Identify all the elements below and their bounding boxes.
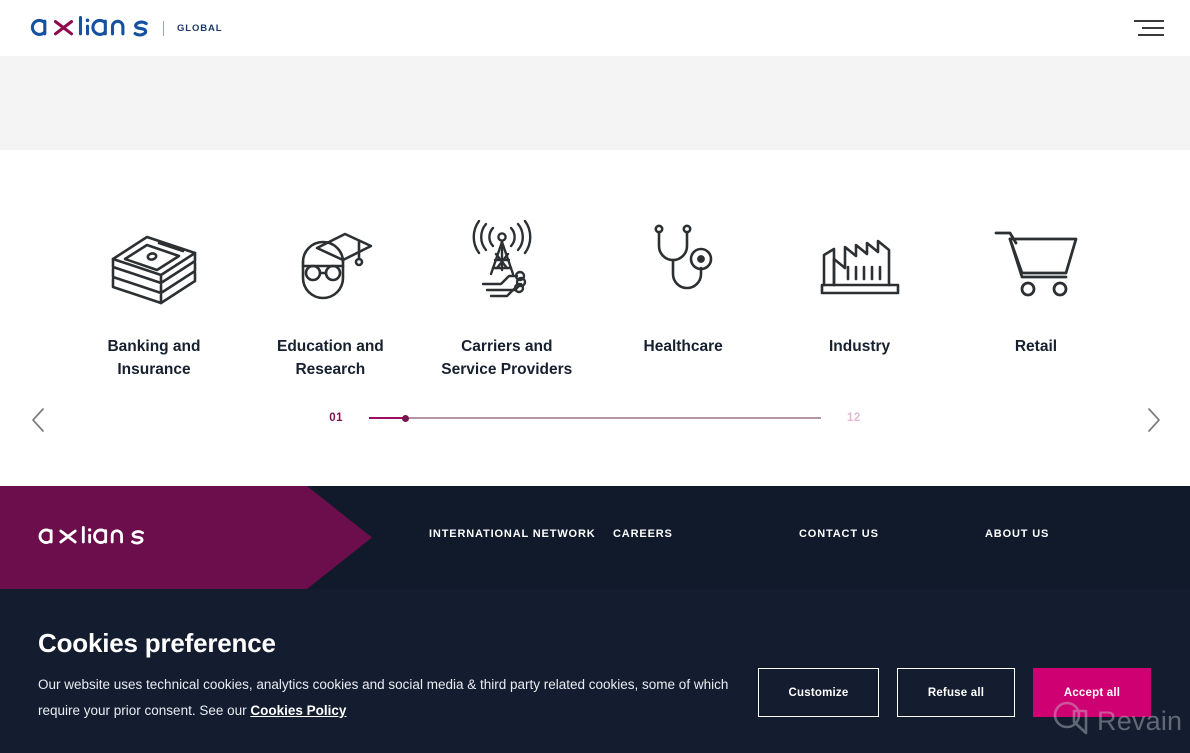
accept-all-button[interactable]: Accept all (1033, 668, 1151, 717)
graduate-student-icon (287, 218, 373, 310)
footer-link-international-network[interactable]: INTERNATIONAL NETWORK (429, 526, 613, 543)
footer-nav: INTERNATIONAL NETWORK CAREERS CONTACT US… (429, 526, 1129, 543)
brand-divider (163, 20, 164, 36)
sector-label-line1: Industry (828, 338, 891, 355)
axians-footer-logo[interactable] (36, 523, 146, 552)
footer-logo-badge (0, 486, 372, 589)
sector-label-line2: Research (295, 360, 366, 378)
sector-item-healthcare[interactable]: Healthcare (595, 218, 771, 359)
shopping-cart-icon (992, 218, 1080, 310)
cookie-banner-body: Our website uses technical cookies, anal… (38, 677, 729, 719)
sector-label: Carriers and Service Providers (441, 336, 572, 382)
brand-area[interactable]: GLOBAL (28, 13, 223, 44)
carousel-progress-fill (369, 417, 406, 419)
sector-item-banking-and-insurance[interactable]: Banking and Insurance (66, 218, 242, 382)
sector-item-education-and-research[interactable]: Education and Research (242, 218, 418, 382)
site-header: GLOBAL (0, 0, 1190, 56)
brand-global-label: GLOBAL (177, 22, 223, 34)
cookie-banner-actions: Customize Refuse all Accept all (758, 668, 1151, 717)
axians-logo[interactable] (28, 13, 150, 44)
sector-item-carriers-and-service-providers[interactable]: Carriers and Service Providers (419, 218, 595, 382)
cookies-policy-link[interactable]: Cookies Policy (250, 703, 346, 718)
footer-link-about-us[interactable]: ABOUT US (985, 526, 1129, 543)
radio-tower-network-icon (465, 218, 549, 310)
carousel-progress-handle[interactable] (401, 414, 409, 422)
site-footer: INTERNATIONAL NETWORK CAREERS CONTACT US… (0, 486, 1190, 589)
customize-button[interactable]: Customize (758, 668, 879, 717)
sector-item-retail[interactable]: Retail (948, 218, 1124, 359)
sector-label-line1: Banking and (107, 338, 201, 355)
sector-label-line1: Carriers and (461, 338, 553, 355)
sector-label: Banking and Insurance (107, 336, 200, 382)
sector-label-line2: Insurance (117, 360, 191, 378)
stethoscope-icon (643, 218, 723, 310)
factory-icon (818, 218, 902, 310)
sector-label-line2: Service Providers (441, 360, 573, 378)
cookie-banner-title: Cookies preference (38, 628, 276, 658)
carousel-total-slides: 12 (847, 412, 861, 424)
banknotes-stack-icon (107, 218, 201, 310)
cookie-banner-text: Our website uses technical cookies, anal… (38, 672, 738, 724)
sector-label-line1: Healthcare (643, 338, 723, 355)
sector-label: Healthcare (644, 336, 723, 359)
carousel-progress-track[interactable] (369, 414, 821, 422)
sector-carousel: Banking and Insurance Education and Rese… (0, 150, 1190, 486)
sector-list: Banking and Insurance Education and Rese… (66, 218, 1124, 382)
page-root: GLOBAL Banking and Insurance Education a… (0, 0, 1190, 753)
hamburger-line-2 (1142, 27, 1164, 29)
footer-link-careers[interactable]: CAREERS (613, 526, 799, 543)
hamburger-line-1 (1134, 20, 1164, 22)
sector-label: Education and Research (277, 336, 384, 382)
sector-label: Retail (1015, 336, 1057, 359)
sector-label-line1: Retail (1014, 338, 1058, 355)
hamburger-menu-icon[interactable] (1134, 18, 1164, 38)
carousel-current-slide: 01 (329, 412, 343, 424)
footer-link-contact-us[interactable]: CONTACT US (799, 526, 985, 543)
refuse-all-button[interactable]: Refuse all (897, 668, 1015, 717)
sector-item-industry[interactable]: Industry (772, 218, 948, 359)
hamburger-line-3 (1138, 34, 1164, 36)
hero-grey-band (0, 56, 1190, 150)
carousel-progress: 01 12 (0, 412, 1190, 424)
sector-label: Industry (829, 336, 890, 359)
sector-label-line1: Education and (276, 338, 384, 355)
